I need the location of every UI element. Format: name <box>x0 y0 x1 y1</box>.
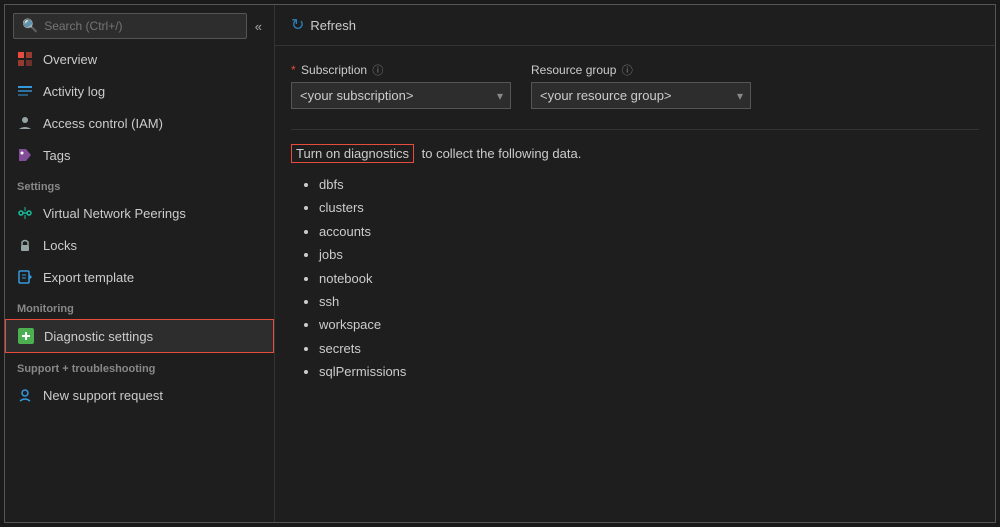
content-area: * Subscription ⓘ <your subscription> Res… <box>275 46 995 522</box>
subscription-select[interactable]: <your subscription> <box>291 82 511 109</box>
sidebar: 🔍 « Overview <box>5 5 275 522</box>
sidebar-item-label: Virtual Network Peerings <box>43 206 186 221</box>
resource-group-label: Resource group ⓘ <box>531 62 751 78</box>
list-item: workspace <box>319 313 979 336</box>
refresh-label: Refresh <box>310 18 356 33</box>
lock-icon <box>17 237 33 253</box>
refresh-icon: ↻ <box>291 15 304 35</box>
access-control-icon <box>17 115 33 131</box>
sidebar-item-label: Export template <box>43 270 134 285</box>
sidebar-item-label: Activity log <box>43 84 105 99</box>
support-section-label: Support + troubleshooting <box>5 353 274 379</box>
sidebar-item-access-control[interactable]: Access control (IAM) <box>5 107 274 139</box>
support-icon <box>17 387 33 403</box>
collapse-icon[interactable]: « <box>251 19 266 34</box>
export-icon <box>17 269 33 285</box>
sidebar-item-overview[interactable]: Overview <box>5 43 274 75</box>
resource-group-select-wrapper: <your resource group> <box>531 82 751 109</box>
settings-section-label: Settings <box>5 171 274 197</box>
sidebar-item-vnet-peerings[interactable]: Virtual Network Peerings <box>5 197 274 229</box>
overview-icon <box>17 51 33 67</box>
sidebar-item-locks[interactable]: Locks <box>5 229 274 261</box>
resource-group-filter: Resource group ⓘ <your resource group> <box>531 62 751 109</box>
divider <box>291 129 979 130</box>
search-input[interactable] <box>44 19 238 33</box>
sidebar-item-tags[interactable]: Tags <box>5 139 274 171</box>
diagnostics-section: Turn on diagnostics to collect the follo… <box>291 146 979 384</box>
sidebar-item-label: New support request <box>43 388 163 403</box>
subscription-filter: * Subscription ⓘ <your subscription> <box>291 62 511 109</box>
sidebar-item-activity-log[interactable]: Activity log <box>5 75 274 107</box>
subscription-select-wrapper: <your subscription> <box>291 82 511 109</box>
subscription-info-icon[interactable]: ⓘ <box>372 65 383 77</box>
diagnostic-icon <box>18 328 34 344</box>
list-item: clusters <box>319 196 979 219</box>
sidebar-item-new-support-request[interactable]: New support request <box>5 379 274 411</box>
list-item: jobs <box>319 243 979 266</box>
main-content: ↻ Refresh * Subscription ⓘ <your subscri… <box>275 5 995 522</box>
sidebar-item-label: Tags <box>43 148 70 163</box>
sidebar-item-diagnostic-settings[interactable]: Diagnostic settings <box>5 319 274 353</box>
diagnostics-text: Turn on diagnostics to collect the follo… <box>291 146 979 161</box>
list-item: notebook <box>319 267 979 290</box>
list-item: dbfs <box>319 173 979 196</box>
diagnostics-data-list: dbfs clusters accounts jobs notebook ssh… <box>291 173 979 384</box>
sidebar-item-label: Overview <box>43 52 97 67</box>
refresh-button[interactable]: ↻ Refresh <box>291 15 356 35</box>
required-star: * <box>291 63 296 77</box>
sidebar-item-label: Diagnostic settings <box>44 329 153 344</box>
vnet-icon <box>17 205 33 221</box>
list-item: secrets <box>319 337 979 360</box>
tags-icon <box>17 147 33 163</box>
toolbar: ↻ Refresh <box>275 5 995 46</box>
monitoring-section-label: Monitoring <box>5 293 274 319</box>
turn-on-diagnostics-link[interactable]: Turn on diagnostics <box>291 144 414 163</box>
sidebar-item-label: Locks <box>43 238 77 253</box>
activity-log-icon <box>17 83 33 99</box>
list-item: accounts <box>319 220 979 243</box>
resource-group-select[interactable]: <your resource group> <box>531 82 751 109</box>
sidebar-item-label: Access control (IAM) <box>43 116 163 131</box>
resource-group-info-icon[interactable]: ⓘ <box>622 65 633 77</box>
subscription-label: * Subscription ⓘ <box>291 62 511 78</box>
search-icon: 🔍 <box>22 18 38 34</box>
list-item: sqlPermissions <box>319 360 979 383</box>
list-item: ssh <box>319 290 979 313</box>
sidebar-item-export-template[interactable]: Export template <box>5 261 274 293</box>
filters-row: * Subscription ⓘ <your subscription> Res… <box>291 62 979 109</box>
